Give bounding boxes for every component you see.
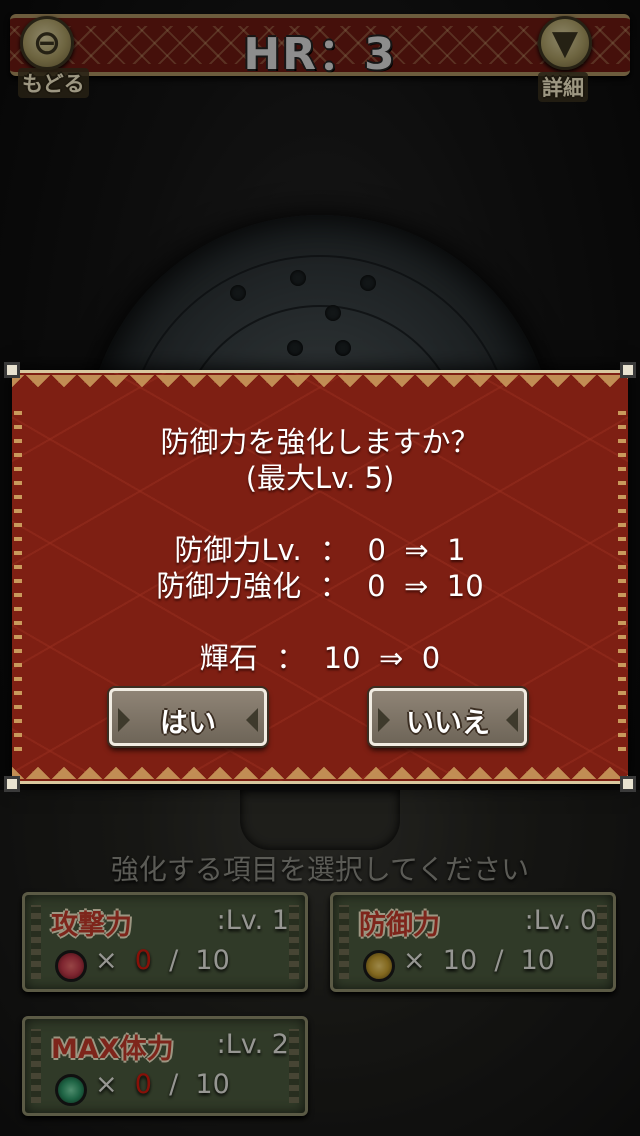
triangle-right-icon (506, 708, 518, 732)
dialog-bottom-border (12, 755, 628, 779)
no-button-label: いいえ (405, 706, 490, 739)
dialog-corner (620, 776, 636, 792)
dialog-level-change: 防御力Lv. ： 0 ⇒ 1 (174, 533, 466, 567)
dialog-enhance-change: 防御力強化 ： 0 ⇒ 10 (156, 569, 484, 603)
dialog-corner (4, 362, 20, 378)
dialog-corner (620, 362, 636, 378)
no-button[interactable]: いいえ (369, 688, 527, 746)
triangle-right-icon (246, 708, 258, 732)
dialog-stone-change: 輝石 ： 10 ⇒ 0 (199, 641, 441, 675)
dialog-corner (4, 776, 20, 792)
yes-button[interactable]: はい (109, 688, 267, 746)
dialog-question: 防御力を強化しますか？ (160, 425, 480, 459)
yes-button-label: はい (159, 706, 216, 739)
dialog-top-border (12, 375, 628, 399)
dialog-max-level: (最大Lv. 5) (245, 461, 395, 495)
